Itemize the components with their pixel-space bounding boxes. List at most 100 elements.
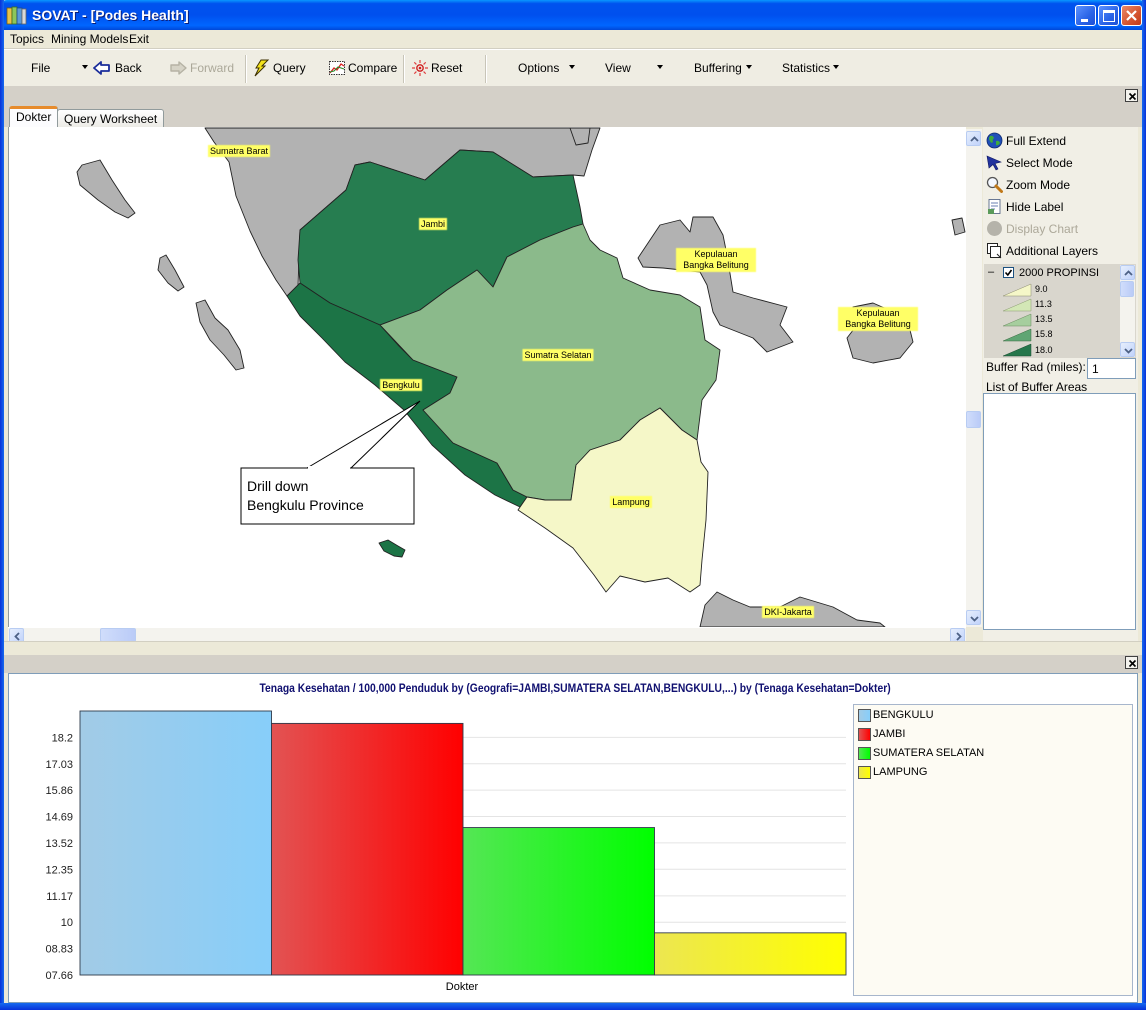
- back-button[interactable]: Back: [115, 61, 142, 75]
- island-pagai: [195, 299, 245, 371]
- legend-label: LAMPUNG: [873, 766, 928, 778]
- buffer-radius-input[interactable]: [1087, 358, 1136, 379]
- close-map-panel-button[interactable]: [1125, 89, 1138, 102]
- query-button[interactable]: Query: [273, 61, 306, 75]
- file-dropdown-arrow[interactable]: [82, 65, 88, 69]
- buffer-areas-label: List of Buffer Areas: [986, 380, 1088, 394]
- tool-label: Zoom Mode: [1006, 178, 1071, 192]
- legend-swatch: [858, 728, 871, 741]
- file-button[interactable]: File: [31, 61, 50, 75]
- full-extend-button[interactable]: Full Extend: [986, 130, 1136, 150]
- buffer-radius-label: Buffer Rad (miles):: [986, 360, 1086, 374]
- legend-class-value: 18.0: [1035, 345, 1053, 355]
- map-label-bengkulu: Bengkulu: [381, 380, 421, 390]
- lightning-icon: [254, 59, 270, 77]
- layers-icon: [987, 243, 1002, 259]
- y-tick-label: 13.52: [45, 838, 73, 850]
- y-tick-label: 12.35: [45, 864, 73, 876]
- map-label-bangka-belitung: Kepulauan Bangka Belitung: [677, 249, 755, 271]
- map-horizontal-scrollbar[interactable]: [8, 627, 966, 643]
- maximize-button[interactable]: [1098, 5, 1119, 26]
- legend-swatch: [858, 766, 871, 779]
- map-label-lampung: Lampung: [611, 497, 651, 507]
- menu-mining-models[interactable]: Mining Models: [51, 32, 128, 46]
- checkmark-icon: [1004, 269, 1013, 277]
- bar-jambi[interactable]: [271, 722, 464, 976]
- reset-button[interactable]: Reset: [431, 61, 462, 75]
- x-category-label: Dokter: [445, 981, 479, 993]
- map-vertical-scrollbar[interactable]: [966, 129, 982, 627]
- compare-button[interactable]: Compare: [348, 61, 397, 75]
- buffer-areas-list[interactable]: [983, 393, 1136, 630]
- menu-exit[interactable]: Exit: [129, 32, 149, 46]
- view-menu-button[interactable]: View: [605, 61, 631, 75]
- map-label-sumatra-selatan: Sumatra Selatan: [523, 350, 593, 360]
- region-enggano-island: [378, 539, 406, 558]
- window-frame-right: [1142, 0, 1146, 1010]
- options-menu-button[interactable]: Options: [518, 61, 559, 75]
- buffering-menu-button[interactable]: Buffering: [694, 61, 742, 75]
- legend-scroll-up-button[interactable]: [1120, 265, 1135, 280]
- map-view[interactable]: Sumatra Barat Jambi Kepulauan Bangka Bel…: [8, 127, 966, 627]
- bar-lampung[interactable]: [654, 932, 847, 976]
- layer-class-swatches: [1002, 283, 1032, 357]
- tab-dokter[interactable]: Dokter: [9, 106, 59, 127]
- app-icon: [6, 6, 27, 25]
- legend-swatch-18-0: [1002, 343, 1032, 357]
- maximize-icon: [1103, 10, 1115, 22]
- chart-y-axis: 18.2 17.03 15.86 14.69 13.52 12.35 11.17 10 08.8…: [45, 732, 73, 982]
- legend-scrollbar[interactable]: [1120, 265, 1135, 357]
- bar-bengkulu[interactable]: [79, 710, 272, 976]
- panel-splitter[interactable]: [4, 641, 1142, 655]
- menu-topics[interactable]: Topics: [10, 32, 44, 46]
- scroll-up-button[interactable]: [966, 131, 981, 146]
- options-dropdown-arrow[interactable]: [569, 65, 575, 69]
- vertical-scroll-thumb[interactable]: [966, 411, 981, 428]
- tool-label: Additional Layers: [1006, 244, 1099, 258]
- select-mode-button[interactable]: Select Mode: [986, 152, 1136, 172]
- statistics-dropdown-arrow[interactable]: [833, 65, 839, 69]
- label-icon: [988, 199, 1001, 214]
- y-tick-label: 17.03: [45, 759, 73, 771]
- title-bar[interactable]: SOVAT - [Podes Health]: [0, 0, 1146, 30]
- additional-layers-button[interactable]: Additional Layers: [986, 240, 1136, 260]
- tool-label: Hide Label: [1006, 200, 1064, 214]
- legend-swatch-13-5: [1002, 313, 1032, 327]
- statistics-menu-button[interactable]: Statistics: [782, 61, 830, 75]
- layer-checkbox[interactable]: [1003, 267, 1014, 278]
- legend-label: BENGKULU: [873, 709, 934, 721]
- bar-sumatera-selatan[interactable]: [462, 827, 655, 976]
- y-tick-label: 18.2: [52, 732, 73, 744]
- legend-swatch-15-8: [1002, 328, 1032, 342]
- legend-class-value: 13.5: [1035, 314, 1053, 324]
- callout-text: Drill down Bengkulu Province: [247, 477, 364, 515]
- buffering-dropdown-arrow[interactable]: [746, 65, 752, 69]
- callout-line-1: Drill down: [247, 478, 309, 494]
- map-canvas[interactable]: [8, 127, 966, 627]
- legend-class-value: 11.3: [1035, 299, 1052, 309]
- hide-label-button[interactable]: Hide Label: [986, 196, 1136, 216]
- minimize-button[interactable]: [1075, 5, 1096, 26]
- back-arrow-icon: [93, 61, 110, 75]
- zoom-mode-button[interactable]: Zoom Mode: [986, 174, 1136, 194]
- display-chart-button[interactable]: Display Chart: [986, 218, 1136, 238]
- island-sipora: [157, 254, 185, 292]
- chevron-down-icon: [1124, 348, 1133, 354]
- map-panel-header: [4, 86, 1142, 127]
- legend-class-value: 15.8: [1035, 329, 1053, 339]
- view-dropdown-arrow[interactable]: [657, 65, 663, 69]
- legend-scroll-down-button[interactable]: [1120, 342, 1135, 357]
- forward-button[interactable]: Forward: [190, 61, 234, 75]
- tool-label: Full Extend: [1006, 134, 1067, 148]
- tab-query-worksheet[interactable]: Query Worksheet: [57, 109, 165, 127]
- collapse-toggle[interactable]: –: [988, 266, 994, 278]
- y-tick-label: 08.83: [45, 944, 73, 956]
- legend-swatch: [858, 747, 871, 760]
- close-chart-panel-button[interactable]: [1125, 656, 1138, 669]
- scroll-down-button[interactable]: [966, 610, 981, 625]
- y-tick-label: 11.17: [46, 891, 73, 903]
- legend-swatch-11-3: [1002, 298, 1032, 312]
- horizontal-scroll-thumb[interactable]: [100, 628, 136, 642]
- legend-scroll-thumb[interactable]: [1120, 281, 1134, 297]
- close-window-button[interactable]: [1121, 5, 1142, 26]
